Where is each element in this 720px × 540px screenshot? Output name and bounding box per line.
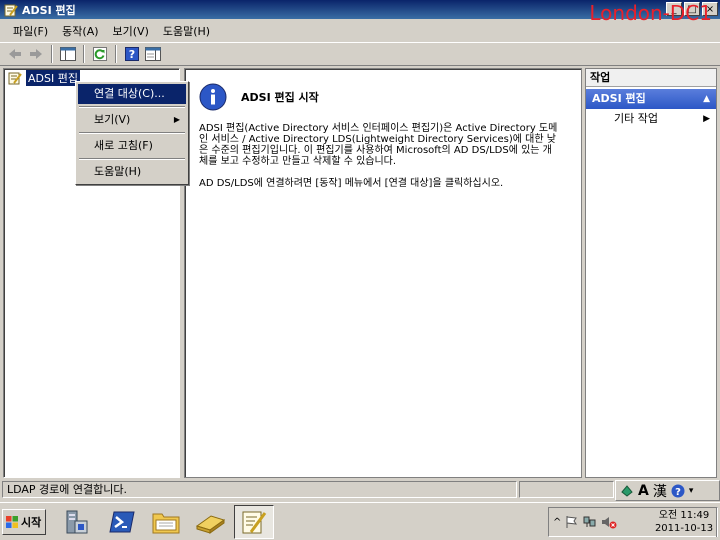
clock-time: 오전 11:49 [658, 510, 710, 521]
context-menu-separator [79, 132, 185, 134]
menu-view[interactable]: 보기(V) [106, 21, 156, 41]
refresh-button[interactable] [91, 45, 109, 63]
show-hide-tree-button[interactable] [59, 45, 77, 63]
context-menu-label: 보기(V) [94, 113, 131, 126]
hanja-toggle[interactable]: 漢 [653, 481, 667, 501]
show-hide-action-pane-icon [145, 47, 161, 61]
result-pane: ADSI 편집 시작 ADSI 편집(Active Directory 서비스 … [184, 68, 582, 478]
langbar-options-icon[interactable]: ▾ [689, 486, 694, 496]
clock[interactable]: 오전 11:49 2011-10-13 [653, 509, 715, 535]
actions-pane-title: 작업 [586, 69, 716, 87]
collapse-arrow-icon: ▲ [703, 94, 710, 104]
actions-section-header[interactable]: ADSI 편집 ▲ [586, 89, 716, 109]
context-menu-separator [79, 106, 185, 108]
info-icon [199, 83, 227, 111]
adsi-edit-icon [242, 511, 267, 534]
show-hide-tree-icon [60, 47, 76, 61]
menu-bar: 파일(F) 동작(A) 보기(V) 도움말(H) [0, 21, 720, 41]
submenu-arrow-icon: ▶ [173, 115, 180, 124]
status-text: LDAP 경로에 연결합니다. [2, 481, 517, 498]
back-button[interactable] [6, 45, 24, 63]
actions-section-label: ADSI 편집 [592, 92, 646, 105]
instruction-paragraph: AD DS/LDS에 연결하려면 [동작] 메뉴에서 [연결 대상]을 클릭하십… [199, 178, 504, 189]
submenu-arrow-icon: ▶ [703, 114, 710, 124]
tree-item-label: ADSI 편집 [26, 70, 80, 86]
help-icon[interactable]: ? [671, 484, 685, 498]
tree-item-adsi-edit[interactable]: ADSI 편집 [8, 70, 80, 86]
windows-logo-icon [6, 516, 18, 528]
status-bar: LDAP 경로에 연결합니다. [0, 480, 720, 499]
status-cell [519, 481, 614, 498]
toolbar-separator [51, 45, 53, 63]
more-actions-label: 기타 작업 [614, 112, 658, 125]
system-tray: ^ 오전 11:49 2011-10-13 [548, 507, 718, 537]
description-paragraph: ADSI 편집(Active Directory 서비스 인터페이스 편집기)은… [199, 123, 558, 167]
start-label: 시작 [21, 516, 42, 529]
menu-help[interactable]: 도움말(H) [156, 21, 217, 41]
help-icon: ? [125, 47, 139, 61]
ime-icon[interactable] [620, 484, 634, 498]
content-heading: ADSI 편집 시작 [241, 91, 319, 104]
input-mode-toggle[interactable]: A [638, 483, 649, 499]
taskbar-powershell[interactable] [102, 505, 142, 539]
start-button[interactable]: 시작 [2, 509, 46, 535]
language-bar: A 漢 ? ▾ [615, 480, 720, 501]
context-menu-help[interactable]: 도움말(H) [78, 162, 186, 182]
taskbar-server-manager[interactable] [56, 505, 96, 539]
folder-icon [152, 513, 180, 534]
volume-muted-icon[interactable] [601, 515, 617, 529]
flag-icon[interactable] [565, 515, 579, 529]
more-actions-item[interactable]: 기타 작업 ▶ [586, 109, 716, 129]
toolbar-separator [115, 45, 117, 63]
content-header: ADSI 편집 시작 [199, 83, 319, 111]
svg-text:?: ? [129, 48, 135, 61]
context-menu-refresh[interactable]: 새로 고침(F) [78, 136, 186, 156]
context-menu-view[interactable]: 보기(V) ▶ [78, 110, 186, 130]
svg-text:?: ? [675, 487, 681, 498]
forward-button[interactable] [27, 45, 45, 63]
context-menu-label: 도움말(H) [94, 165, 142, 178]
taskbar-adsi-edit[interactable] [234, 505, 274, 539]
server-manager-icon [66, 510, 88, 534]
context-menu-connect-to[interactable]: 연결 대상(C)... [78, 84, 186, 104]
mmc-icon [195, 515, 226, 534]
toolbar-separator [83, 45, 85, 63]
help-button[interactable]: ? [123, 45, 141, 63]
content-body: ADSI 편집(Active Directory 서비스 인터페이스 편집기)은… [199, 123, 559, 200]
tray-expand-icon[interactable]: ^ [553, 517, 561, 528]
back-icon [9, 49, 21, 59]
adsi-edit-icon [4, 4, 18, 16]
menu-file[interactable]: 파일(F) [6, 21, 55, 41]
show-hide-action-pane-button[interactable] [144, 45, 162, 63]
powershell-icon [109, 511, 135, 533]
menu-action[interactable]: 동작(A) [55, 21, 105, 41]
network-icon[interactable] [583, 515, 597, 529]
context-menu-label: 새로 고침(F) [94, 139, 153, 152]
taskbar-explorer[interactable] [146, 505, 186, 539]
context-menu-label: 연결 대상(C)... [94, 87, 165, 100]
forward-icon [30, 49, 42, 59]
context-menu-separator [79, 158, 185, 160]
actions-pane: 작업 ADSI 편집 ▲ 기타 작업 ▶ [585, 68, 717, 478]
refresh-icon [93, 47, 107, 61]
taskbar-mmc[interactable] [190, 505, 230, 539]
toolbar: ? [0, 42, 720, 66]
taskbar: 시작 ^ 오전 11:49 2011-10-13 [0, 502, 720, 540]
adsi-edit-icon [8, 72, 22, 85]
clock-date: 2011-10-13 [654, 523, 714, 534]
context-menu: 연결 대상(C)... 보기(V) ▶ 새로 고침(F) 도움말(H) [75, 81, 189, 185]
window-title: ADSI 편집 [22, 3, 76, 17]
show-desktop-button[interactable] [716, 507, 720, 537]
